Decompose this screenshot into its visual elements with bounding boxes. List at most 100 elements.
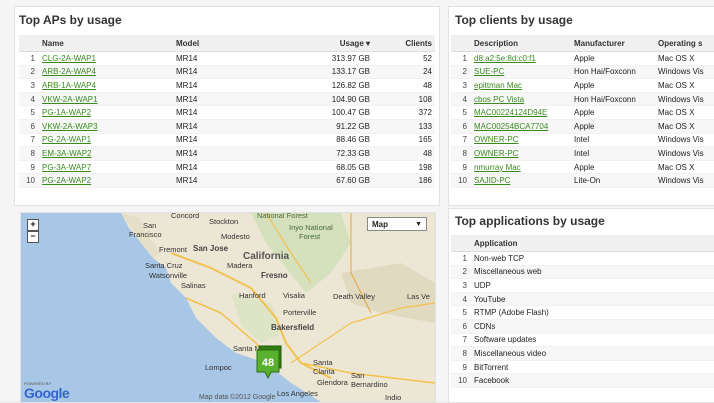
map-label-fremont: Fremont <box>159 245 187 254</box>
table-row[interactable]: 2 ARB-2A-WAP4 MR14 133.17 GB 24 <box>19 65 435 80</box>
row-index: 2 <box>19 65 39 80</box>
table-row[interactable]: 4 VKW-2A-WAP1 MR14 104.90 GB 108 <box>19 92 435 107</box>
application-name: Facebook <box>471 373 714 388</box>
ap-usage: 313.97 GB <box>263 51 373 66</box>
client-description-link[interactable]: SUE-PC <box>474 67 504 76</box>
ap-name-link[interactable]: PG-2A-WAP1 <box>42 135 91 144</box>
table-row[interactable]: 5 PG-1A-WAP2 MR14 100.47 GB 372 <box>19 105 435 120</box>
client-os: Mac OS X <box>655 51 714 66</box>
client-os: Mac OS X <box>655 105 714 120</box>
ap-name-link[interactable]: PG-3A-WAP7 <box>42 163 91 172</box>
map-label-bakersfield: Bakersfield <box>271 323 315 332</box>
client-description: MAC00224124D94E <box>471 105 571 120</box>
table-row[interactable]: 1 d8:a2:5e:8d:c0:f1 Apple Mac OS X <box>451 51 714 66</box>
client-os: Windows Vis <box>655 146 714 161</box>
table-row[interactable]: 9 PG-3A-WAP7 MR14 68.05 GB 198 <box>19 160 435 175</box>
table-row[interactable]: 2 SUE-PC Hon Hai/Foxconn Windows Vis <box>451 65 714 80</box>
application-name: Software updates <box>471 333 714 348</box>
table-row[interactable]: 4 YouTube <box>451 292 714 307</box>
ap-name-link[interactable]: ARB-2A-WAP4 <box>42 67 96 76</box>
row-index: 6 <box>19 119 39 134</box>
os-column-header[interactable]: Operating s <box>655 35 714 52</box>
client-description-link[interactable]: OWNER-PC <box>474 135 518 144</box>
client-description-link[interactable]: MAC00224124D94E <box>474 108 547 117</box>
map-type-select[interactable]: Map ▼ <box>367 217 427 231</box>
ap-name-link[interactable]: PG-2A-WAP2 <box>42 176 91 185</box>
zoom-in-button[interactable]: + <box>27 219 39 231</box>
table-row[interactable]: 1 Non-web TCP <box>451 251 714 266</box>
map-label-death-valley: Death Valley <box>333 292 375 301</box>
top-aps-table: Name Model Usage ▾ Clients 1 CLG-2A-WAP1 M… <box>19 35 435 188</box>
client-description-link[interactable]: SAJID-PC <box>474 176 510 185</box>
map-label-salinas: Salinas <box>181 281 206 290</box>
map-label-fresno: Fresno <box>261 271 288 280</box>
table-row[interactable]: 7 OWNER-PC Intel Windows Vis <box>451 133 714 148</box>
map-label-los-angeles: Los Angeles <box>277 389 318 398</box>
table-row[interactable]: 8 EM-3A-WAP2 MR14 72.33 GB 48 <box>19 146 435 161</box>
table-row[interactable]: 3 ARB-1A-WAP4 MR14 126.82 GB 48 <box>19 78 435 93</box>
client-description: SAJID-PC <box>471 173 571 188</box>
table-row[interactable]: 4 cbos PC Vista Hon Hai/Foxconn Windows Vis <box>451 92 714 107</box>
table-row[interactable]: 10 Facebook <box>451 373 714 388</box>
client-description-link[interactable]: epittman Mac <box>474 81 522 90</box>
zoom-out-button[interactable]: − <box>27 231 39 243</box>
table-row[interactable]: 9 BitTorrent <box>451 360 714 375</box>
table-row[interactable]: 6 CDNs <box>451 319 714 334</box>
ap-cluster-marker[interactable]: 48 <box>255 344 285 384</box>
table-row[interactable]: 5 MAC00224124D94E Apple Mac OS X <box>451 105 714 120</box>
row-index: 8 <box>451 146 471 161</box>
table-row[interactable]: 8 Miscellaneous video <box>451 346 714 361</box>
application-column-header[interactable]: Application <box>471 235 714 252</box>
table-row[interactable]: 3 UDP <box>451 278 714 293</box>
application-name: UDP <box>471 278 714 293</box>
map-label-inyo-national: Inyo National <box>289 223 333 232</box>
table-row[interactable]: 10 SAJID-PC Lite-On Windows Vis <box>451 173 714 188</box>
map-label-visalia: Visalia <box>283 291 305 300</box>
table-row[interactable]: 5 RTMP (Adobe Flash) <box>451 305 714 320</box>
google-logo[interactable]: Google <box>24 385 70 401</box>
map-label-glendora: Glendora <box>317 378 348 387</box>
ap-name-link[interactable]: EM-3A-WAP2 <box>42 149 92 158</box>
ap-name-link[interactable]: VKW-2A-WAP3 <box>42 122 98 131</box>
table-row[interactable]: 7 PG-2A-WAP1 MR14 88.46 GB 165 <box>19 133 435 148</box>
description-column-header[interactable]: Description <box>471 35 571 52</box>
ap-name-link[interactable]: CLG-2A-WAP1 <box>42 54 96 63</box>
table-row[interactable]: 9 nmurray Mac Apple Mac OS X <box>451 160 714 175</box>
client-description-link[interactable]: cbos PC Vista <box>474 95 524 104</box>
name-column-header[interactable]: Name <box>39 35 173 52</box>
row-index: 8 <box>19 146 39 161</box>
client-description-link[interactable]: nmurray Mac <box>474 163 521 172</box>
table-header-row: Description Manufacturer Operating s <box>451 35 714 52</box>
row-index: 8 <box>451 346 471 361</box>
row-index: 7 <box>451 133 471 148</box>
ap-name: PG-3A-WAP7 <box>39 160 173 175</box>
client-description-link[interactable]: d8:a2:5e:8d:c0:f1 <box>474 54 536 63</box>
table-row[interactable]: 2 Miscellaneous web <box>451 265 714 280</box>
clients-column-header[interactable]: Clients <box>373 35 435 52</box>
map-type-value: Map <box>372 220 388 229</box>
ap-name-link[interactable]: VKW-2A-WAP1 <box>42 95 98 104</box>
usage-map[interactable]: Concord San Francisco Stockton Modesto N… <box>20 212 436 403</box>
row-index: 3 <box>451 78 471 93</box>
usage-column-header[interactable]: Usage ▾ <box>263 35 373 52</box>
manufacturer-column-header[interactable]: Manufacturer <box>571 35 655 52</box>
table-row[interactable]: 3 epittman Mac Apple Mac OS X <box>451 78 714 93</box>
table-row[interactable]: 10 PG-2A-WAP2 MR14 67.60 GB 186 <box>19 173 435 188</box>
table-row[interactable]: 1 CLG-2A-WAP1 MR14 313.97 GB 52 <box>19 51 435 66</box>
map-data-attribution: Map data ©2012 Google <box>199 394 276 401</box>
model-column-header[interactable]: Model <box>173 35 263 52</box>
ap-name-link[interactable]: PG-1A-WAP2 <box>42 108 91 117</box>
ap-model: MR14 <box>173 65 263 80</box>
ap-model: MR14 <box>173 51 263 66</box>
ap-usage: 67.60 GB <box>263 173 373 188</box>
ap-name-link[interactable]: ARB-1A-WAP4 <box>42 81 96 90</box>
client-manufacturer: Intel <box>571 133 655 148</box>
client-description-link[interactable]: MAC00254BCA7704 <box>474 122 548 131</box>
client-description-link[interactable]: OWNER-PC <box>474 149 518 158</box>
table-row[interactable]: 6 MAC00254BCA7704 Apple Mac OS X <box>451 119 714 134</box>
top-apps-panel: Top applications by usage Application 1N… <box>448 208 714 403</box>
application-name: Miscellaneous video <box>471 346 714 361</box>
table-row[interactable]: 6 VKW-2A-WAP3 MR14 91.22 GB 133 <box>19 119 435 134</box>
table-row[interactable]: 7 Software updates <box>451 333 714 348</box>
table-row[interactable]: 8 OWNER-PC Intel Windows Vis <box>451 146 714 161</box>
